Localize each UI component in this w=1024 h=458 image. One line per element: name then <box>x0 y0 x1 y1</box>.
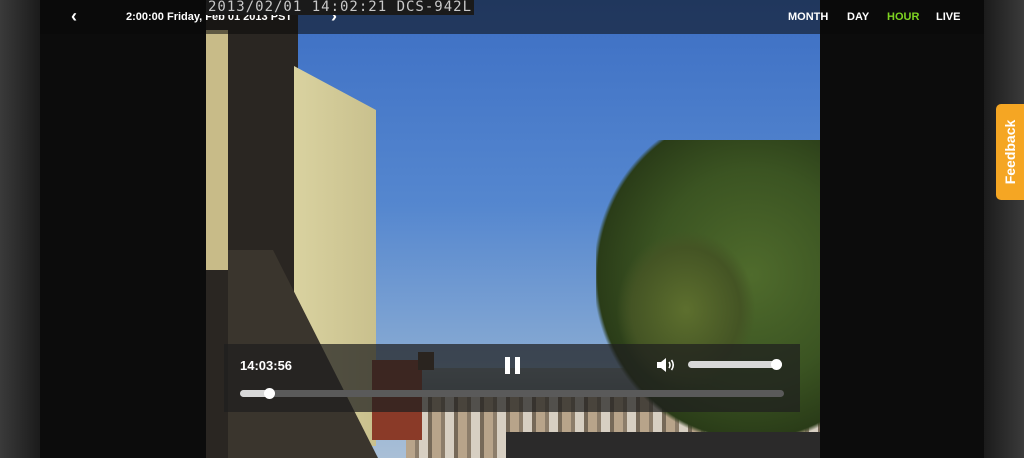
feedback-label: Feedback <box>1002 119 1018 185</box>
pause-icon <box>505 357 510 374</box>
volume-icon[interactable] <box>656 357 676 373</box>
pause-button[interactable] <box>504 357 522 374</box>
progress-handle[interactable] <box>264 388 275 399</box>
tab-live[interactable]: LIVE <box>936 11 960 23</box>
tab-day[interactable]: DAY <box>847 11 869 23</box>
tab-month[interactable]: MONTH <box>788 11 828 23</box>
pause-icon-bar <box>515 357 520 374</box>
tab-hour[interactable]: HOUR <box>887 11 919 23</box>
volume-slider-handle[interactable] <box>771 359 782 370</box>
left-side-panel <box>0 0 40 458</box>
volume-slider[interactable] <box>688 359 782 370</box>
playback-timecode: 14:03:56 <box>240 358 293 373</box>
building-sliver <box>206 30 228 270</box>
prev-chevron-icon[interactable]: ‹ <box>66 7 82 25</box>
feedback-tab[interactable]: Feedback <box>996 104 1024 200</box>
foreground-roof <box>506 432 820 458</box>
player-controls: 14:03:56 <box>224 344 800 412</box>
camera-timestamp-overlay: 2013/02/01 14:02:21 DCS-942L <box>206 0 475 15</box>
timeline-header: ‹ 2:00:00 Friday, Feb 01 2013 PST › MONT… <box>40 0 984 34</box>
playback-progress-bar[interactable] <box>240 388 784 399</box>
right-side-panel <box>984 0 1024 458</box>
